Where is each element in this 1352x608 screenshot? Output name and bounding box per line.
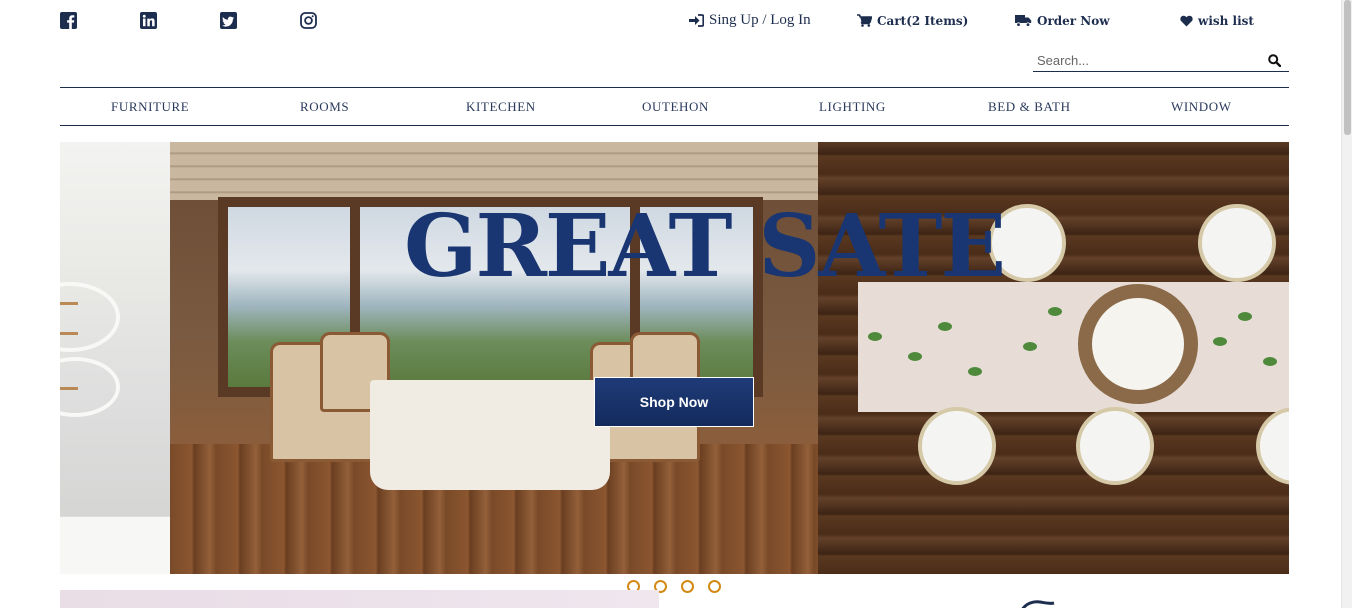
hero-title: GREAT SATE: [404, 196, 1006, 297]
search-bar: [1033, 50, 1289, 72]
promo-image: [60, 590, 659, 608]
truck-icon: [1015, 15, 1032, 27]
search-input[interactable]: [1033, 53, 1258, 68]
nav-item-lighting[interactable]: LIGHTING: [819, 99, 886, 115]
twitter-icon[interactable]: [220, 12, 238, 30]
search-icon[interactable]: [1268, 54, 1281, 67]
hero-banner: GREAT SATE Shop Now: [60, 142, 1289, 574]
signup-login-label: Sing Up / Log In: [709, 12, 811, 28]
nav-item-outdoor[interactable]: OUTEHON: [642, 99, 709, 115]
shop-now-button[interactable]: Shop Now: [594, 377, 754, 427]
linkedin-icon[interactable]: [140, 12, 158, 30]
nav-item-kitchen[interactable]: KITECHEN: [466, 99, 536, 115]
social-links: [60, 12, 318, 30]
carousel-dot-4[interactable]: [708, 580, 721, 593]
wishlist-link[interactable]: wish list: [1180, 14, 1254, 28]
cart-link[interactable]: Cart(2 Items): [857, 14, 1015, 28]
signup-login-link[interactable]: Sing Up / Log In: [689, 12, 857, 29]
cart-label: Cart(2 Items): [877, 13, 969, 28]
order-now-label: Order Now: [1037, 13, 1110, 28]
scrollbar-thumb[interactable]: [1344, 0, 1351, 135]
cart-icon: [857, 14, 872, 27]
nav-item-rooms[interactable]: ROOMS: [300, 99, 349, 115]
instagram-icon[interactable]: [300, 12, 318, 30]
header-links: Sing Up / Log In Cart(2 Items) Order Now…: [689, 12, 1254, 29]
sign-in-icon: [689, 14, 704, 27]
order-now-link[interactable]: Order Now: [1015, 14, 1180, 28]
facebook-icon[interactable]: [60, 12, 78, 30]
nav-item-window[interactable]: WINDOW: [1171, 99, 1232, 115]
nav-item-furniture[interactable]: FURNITURE: [111, 99, 189, 115]
wishlist-label: wish list: [1198, 13, 1254, 28]
brand-logo-icon: [1021, 600, 1055, 608]
page-scrollbar[interactable]: [1341, 0, 1352, 608]
main-nav: FURNITURE ROOMS KITECHEN OUTEHON LIGHTIN…: [60, 87, 1289, 126]
heart-icon: [1180, 15, 1193, 26]
hero-image-living-room: [60, 142, 170, 574]
nav-item-bed-bath[interactable]: BED & BATH: [988, 99, 1071, 115]
carousel-dot-3[interactable]: [681, 580, 694, 593]
